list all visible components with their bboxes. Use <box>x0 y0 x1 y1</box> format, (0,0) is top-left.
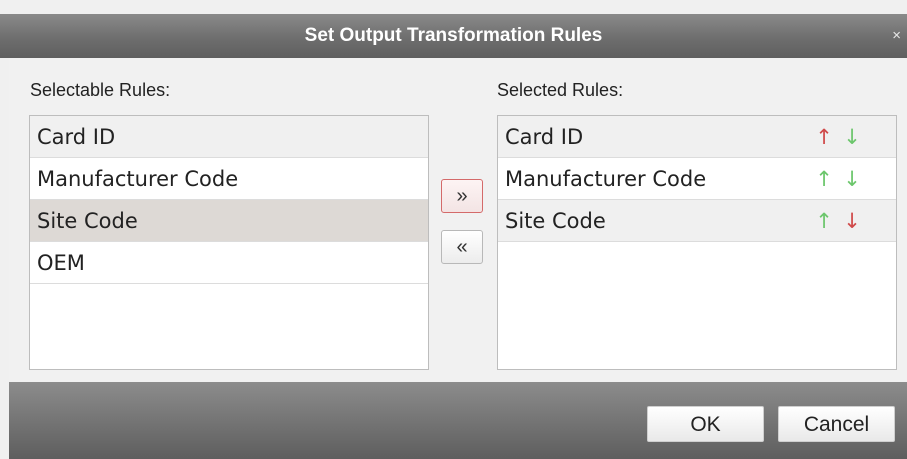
selectable-rules-label: Selectable Rules: <box>30 80 171 100</box>
selected-rule-item[interactable]: Card ID ↑ ↓ <box>498 116 896 158</box>
close-icon[interactable]: × <box>892 14 901 58</box>
reorder-arrows: ↑ ↓ <box>810 116 866 158</box>
selectable-rule-item-selected[interactable]: Site Code <box>30 200 428 242</box>
selected-rule-label: Card ID <box>505 125 584 149</box>
rules-dialog: Set Output Transformation Rules × Select… <box>0 0 907 459</box>
selected-rule-item[interactable]: Site Code ↑ ↓ <box>498 200 896 242</box>
arrow-down-icon[interactable]: ↓ <box>838 158 866 200</box>
ok-button[interactable]: OK <box>647 406 764 442</box>
dialog-title: Set Output Transformation Rules <box>304 25 603 46</box>
selected-rule-item[interactable]: Manufacturer Code ↑ ↓ <box>498 158 896 200</box>
selected-rules-label: Selected Rules: <box>497 80 624 100</box>
selectable-rule-item[interactable]: Manufacturer Code <box>30 158 428 200</box>
arrow-up-icon[interactable]: ↑ <box>810 116 838 158</box>
selectable-rules-list: Card ID Manufacturer Code Site Code OEM <box>29 115 429 370</box>
selectable-rule-item[interactable]: OEM <box>30 242 428 284</box>
reorder-arrows: ↑ ↓ <box>810 200 866 242</box>
dialog-titlebar: Set Output Transformation Rules × <box>0 14 907 58</box>
reorder-arrows: ↑ ↓ <box>810 158 866 200</box>
arrow-down-icon[interactable]: ↓ <box>838 116 866 158</box>
dialog-footer <box>9 382 907 459</box>
double-chevron-right-icon[interactable]: » <box>441 179 483 213</box>
selected-rule-label: Manufacturer Code <box>505 167 707 191</box>
arrow-up-icon[interactable]: ↑ <box>810 158 838 200</box>
selected-rules-list: Card ID ↑ ↓ Manufacturer Code ↑ ↓ Site Cod… <box>497 115 897 370</box>
selected-rule-label: Site Code <box>505 209 606 233</box>
double-chevron-left-icon[interactable]: « <box>441 230 483 264</box>
selectable-rule-item[interactable]: Card ID <box>30 116 428 158</box>
arrow-up-icon[interactable]: ↑ <box>810 200 838 242</box>
cancel-button[interactable]: Cancel <box>778 406 895 442</box>
arrow-down-icon[interactable]: ↓ <box>838 200 866 242</box>
